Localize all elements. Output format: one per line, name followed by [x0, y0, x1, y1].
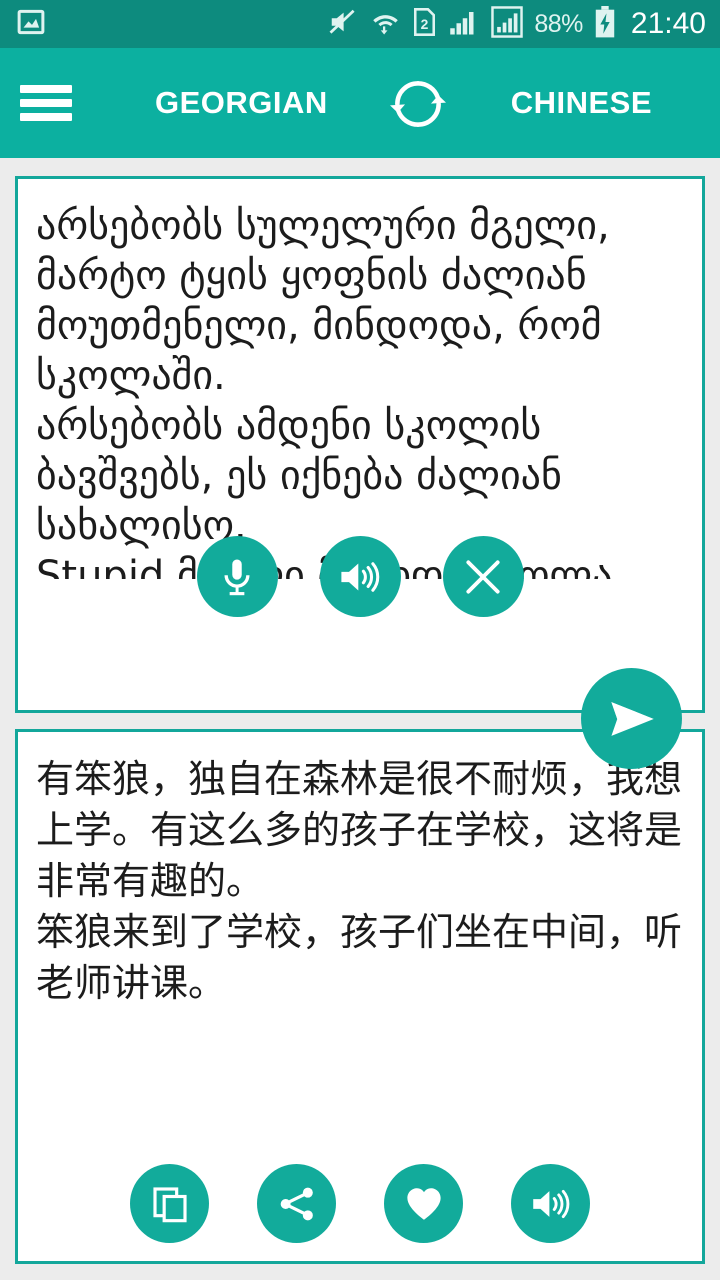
battery-percentage: 88%	[534, 9, 583, 38]
source-language-button[interactable]: GEORGIAN	[155, 85, 328, 121]
app-bar: GEORGIAN CHINESE	[0, 48, 720, 158]
source-text-area[interactable]: არსებობს სულელური მგელი, მარტო ტყის ყოფნ…	[18, 179, 702, 579]
target-text-card: 有笨狼，独自在森林是很不耐烦，我想上学。有这么多的孩子在学校，这将是非常有趣的。…	[15, 729, 705, 1264]
menu-bar-3	[20, 113, 72, 121]
share-button[interactable]	[257, 1164, 336, 1243]
volume-mute-icon	[327, 7, 359, 42]
signal-2-icon	[491, 5, 524, 43]
target-text: 有笨狼，独自在森林是很不耐烦，我想上学。有这么多的孩子在学校，这将是非常有趣的。…	[36, 757, 683, 1005]
send-icon	[610, 701, 654, 736]
status-bar: 2 88% 21:40	[0, 0, 720, 48]
status-bar-left	[16, 7, 46, 42]
speak-target-button[interactable]	[511, 1164, 590, 1243]
clear-button[interactable]	[442, 536, 524, 617]
menu-bar-1	[20, 85, 72, 93]
screenshot-image-icon	[16, 7, 46, 42]
source-text-card: არსებობს სულელური მგელი, მარტო ტყის ყოფნ…	[15, 176, 705, 713]
source-text: არსებობს სულელური მგელი, მარტო ტყის ყოფნ…	[36, 203, 626, 579]
sim2-icon: 2	[412, 7, 437, 42]
clock: 21:40	[630, 7, 706, 40]
favorite-button[interactable]	[384, 1164, 463, 1243]
swap-languages-button[interactable]	[382, 76, 454, 132]
copy-button[interactable]	[130, 1164, 209, 1243]
target-text-area[interactable]: 有笨狼，独自在森林是很不耐烦，我想上学。有这么多的孩子在学校，这将是非常有趣的。…	[18, 732, 702, 1009]
menu-icon[interactable]	[18, 81, 74, 125]
signal-1-icon	[448, 7, 480, 42]
speak-source-button[interactable]	[319, 536, 401, 617]
battery-charging-icon	[594, 5, 616, 43]
source-action-row	[18, 536, 702, 617]
target-action-row	[18, 1164, 702, 1243]
send-button[interactable]	[581, 668, 682, 769]
svg-text:2: 2	[421, 15, 429, 31]
target-language-button[interactable]: CHINESE	[511, 85, 652, 121]
microphone-button[interactable]	[196, 536, 278, 617]
wifi-data-icon	[370, 7, 401, 42]
menu-bar-2	[20, 99, 72, 107]
status-bar-right: 2 88% 21:40	[327, 5, 706, 43]
